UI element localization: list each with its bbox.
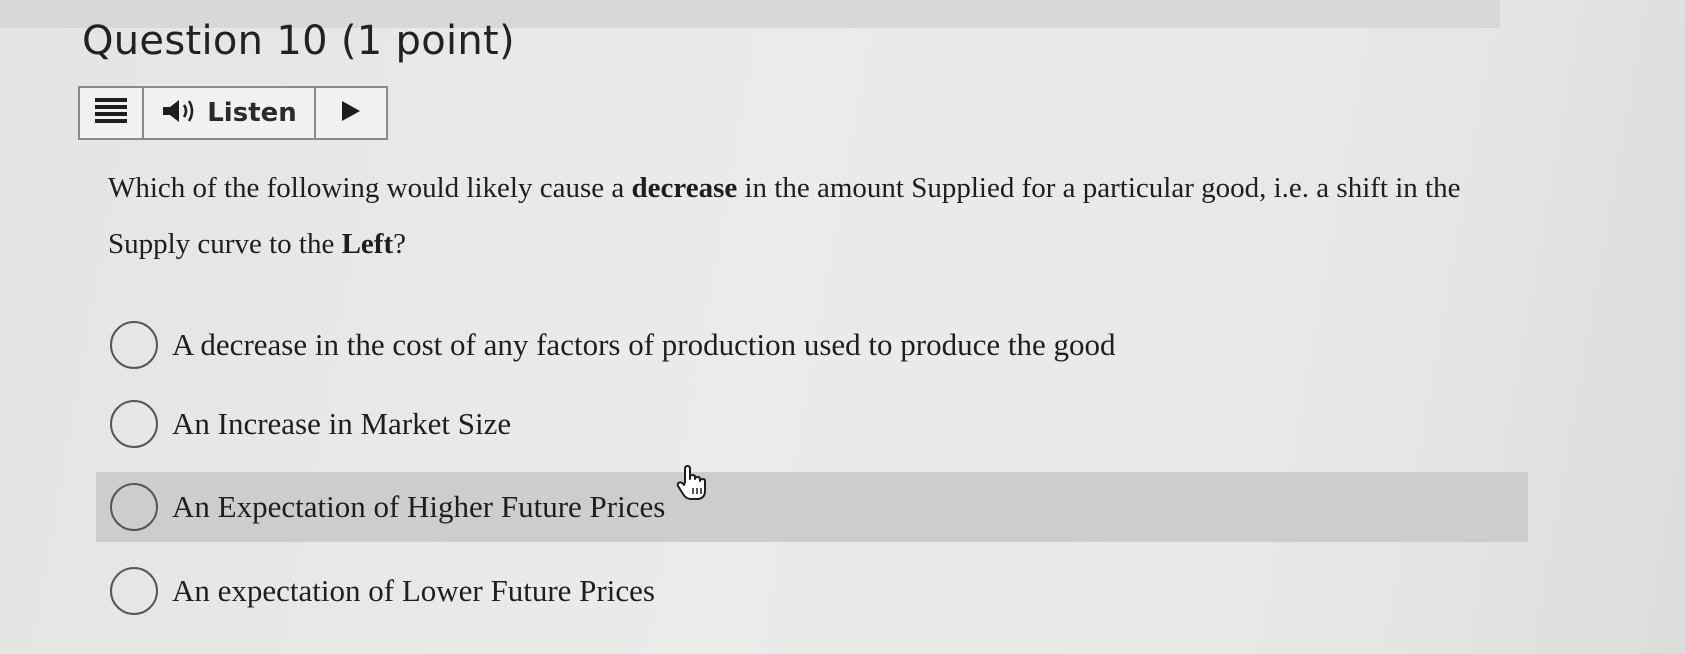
hand-pointer-icon xyxy=(676,464,710,507)
listen-toolbar: Listen xyxy=(78,86,388,140)
option-label: An expectation of Lower Future Prices xyxy=(172,573,655,608)
question-title: Question 10 (1 point) xyxy=(82,18,515,64)
answer-option-3[interactable]: An Expectation of Higher Future Prices xyxy=(96,472,1528,542)
option-label: A decrease in the cost of any factors of… xyxy=(172,327,1116,362)
play-button[interactable] xyxy=(316,88,386,138)
listen-label: Listen xyxy=(207,98,297,128)
radio-button[interactable] xyxy=(110,567,158,615)
prompt-text-3: ? xyxy=(393,228,406,260)
answer-option-1[interactable]: A decrease in the cost of any factors of… xyxy=(96,310,1526,380)
answer-option-4[interactable]: An expectation of Lower Future Prices xyxy=(96,556,1526,626)
radio-button[interactable] xyxy=(110,321,158,369)
radio-button[interactable] xyxy=(110,483,158,531)
listen-button[interactable]: Listen xyxy=(144,88,316,138)
listen-menu-button[interactable] xyxy=(80,88,144,138)
option-label: An Expectation of Higher Future Prices xyxy=(172,489,666,524)
prompt-bold-left: Left xyxy=(341,228,394,260)
prompt-text-1: Which of the following would likely caus… xyxy=(108,172,632,204)
radio-button[interactable] xyxy=(110,400,158,448)
play-icon xyxy=(340,99,362,128)
hamburger-menu-icon xyxy=(95,97,127,129)
option-label: An Increase in Market Size xyxy=(172,406,512,441)
answer-option-2[interactable]: An Increase in Market Size xyxy=(96,389,1526,459)
question-prompt: Which of the following would likely caus… xyxy=(108,160,1468,272)
speaker-icon xyxy=(161,97,197,130)
prompt-bold-decrease: decrease xyxy=(631,172,738,204)
